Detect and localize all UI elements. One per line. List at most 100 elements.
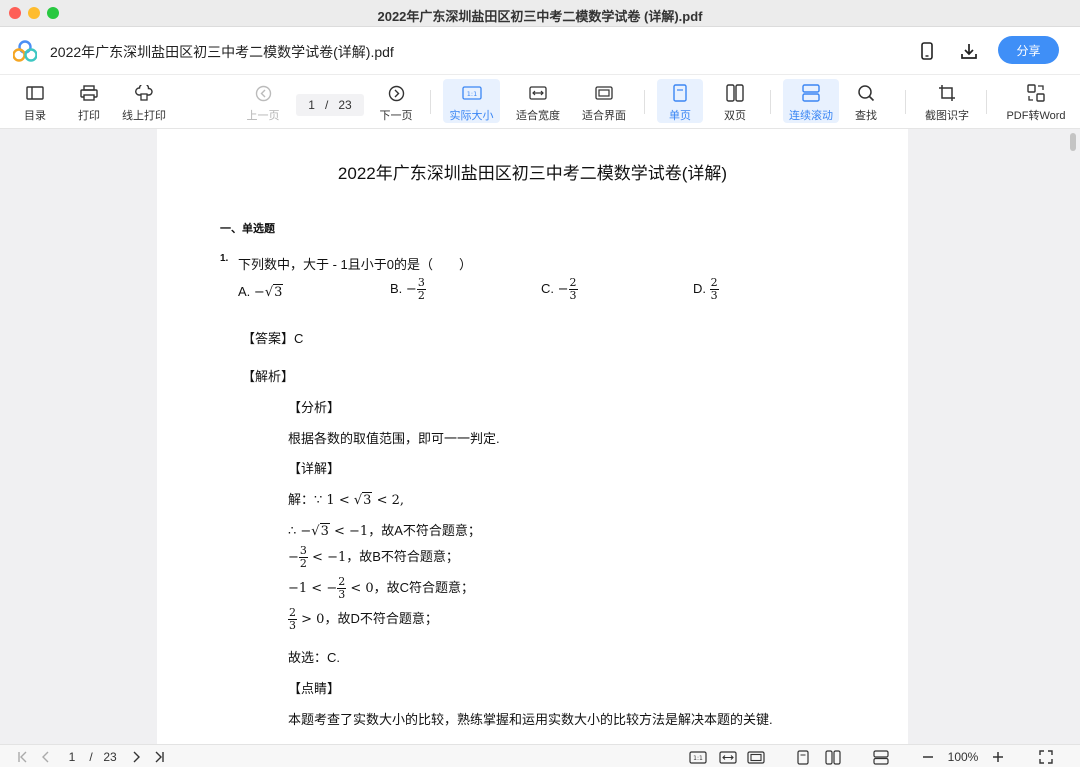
find-button[interactable]: 查找	[846, 79, 886, 123]
prev-page-button[interactable]: 上一页	[244, 79, 282, 123]
actual-size-icon-text: 1:1	[466, 90, 476, 98]
toolbar-divider	[986, 90, 987, 114]
page-number-input[interactable]: 1 / 23	[296, 94, 364, 116]
toolbar-divider	[430, 90, 431, 114]
online-print-button[interactable]: 线上打印	[118, 79, 170, 123]
find-label: 查找	[855, 110, 877, 122]
fit-page-small-icon[interactable]	[746, 748, 766, 766]
zoom-level[interactable]: 100%	[942, 748, 984, 766]
option-b: B. −3 2	[390, 276, 426, 302]
first-page-icon[interactable]	[14, 748, 32, 766]
actual-size-button[interactable]: 1:1 实际大小	[443, 79, 500, 123]
printer-icon	[80, 85, 98, 101]
status-total-pages: 23	[103, 750, 117, 764]
toolbar: 目录 打印 线上打印 上一页 1 / 23 下一页 1:1 实际大小 适合宽度 …	[0, 75, 1080, 129]
actual-size-icon: 1:1	[461, 86, 482, 100]
fit-page-button[interactable]: 适合界面	[578, 79, 630, 123]
single-page-small-icon[interactable]	[793, 748, 813, 766]
continuous-scroll-label: 连续滚动	[789, 110, 833, 122]
toc-button[interactable]: 目录	[18, 79, 52, 123]
actual-size-label: 实际大小	[449, 110, 494, 122]
option-d-label: D.	[693, 280, 706, 296]
fit-width-label: 适合宽度	[516, 110, 560, 122]
chevron-right-circle-icon	[388, 85, 404, 101]
double-page-small-icon[interactable]	[823, 748, 843, 766]
online-print-label: 线上打印	[122, 110, 166, 122]
print-button[interactable]: 打印	[72, 79, 106, 123]
download-icon[interactable]	[957, 39, 981, 63]
double-page-icon	[726, 84, 744, 102]
step-4-text: ，故C符合题意；	[373, 579, 475, 595]
status-current-page[interactable]: 1	[64, 748, 80, 766]
option-c-label: C.	[541, 280, 554, 296]
pdf-heading: 2022年广东深圳盐田区初三中考二模数学试卷(详解)	[337, 164, 728, 183]
status-page-separator: /	[89, 750, 93, 764]
option-d: D. 23	[693, 276, 719, 302]
double-page-button[interactable]: 双页	[713, 79, 757, 123]
actual-size-small-icon[interactable]: 1:1	[688, 748, 708, 766]
option-c: C. −2 3	[541, 276, 578, 302]
vertical-scrollbar[interactable]	[1068, 131, 1076, 731]
question-text: 下列数中，大于 - 1且小于0的是（ ）	[238, 257, 473, 272]
step-3-text: ，故B不符合题意；	[346, 548, 459, 564]
pdf-to-word-button[interactable]: PDF转Word	[1001, 79, 1071, 123]
toolbar-divider	[644, 90, 645, 114]
step-2: ∴ −√3 < −1，故A不符合题意；	[288, 523, 481, 539]
question-number: 1.	[220, 253, 229, 264]
fit-width-small-icon[interactable]	[718, 748, 738, 766]
search-icon	[858, 85, 875, 102]
document-title: 2022年广东深圳盐田区初三中考二模数学试卷(详解).pdf	[50, 44, 394, 60]
convert-icon	[1027, 84, 1045, 102]
document-viewer[interactable]: 2022年广东深圳盐田区初三中考二模数学试卷(详解) 一、单选题 1. 下列数中…	[0, 129, 1080, 744]
double-page-label: 双页	[724, 110, 746, 122]
dianjing-heading: 【点睛】	[288, 681, 341, 696]
phone-icon[interactable]	[915, 39, 939, 63]
pdf-page: 2022年广东深圳盐田区初三中考二模数学试卷(详解) 一、单选题 1. 下列数中…	[157, 129, 908, 744]
next-page-label: 下一页	[379, 110, 413, 122]
status-bar: 1 / 23 1:1 100%	[0, 744, 1080, 767]
cloud-print-icon	[135, 85, 153, 101]
app-logo-icon	[13, 40, 37, 62]
fenxi-text: 根据各数的取值范围，即可一一判定.	[288, 431, 500, 446]
single-page-label: 单页	[669, 110, 691, 122]
last-page-icon[interactable]	[150, 748, 168, 766]
print-label: 打印	[78, 110, 100, 122]
next-page-icon[interactable]	[128, 748, 144, 766]
step-3: −3 2 < −1，故B不符合题意；	[288, 544, 459, 570]
page-separator: /	[324, 98, 329, 112]
chevron-left-circle-icon	[255, 85, 271, 101]
scrollbar-thumb[interactable]	[1070, 133, 1076, 151]
fenxi-heading: 【分析】	[288, 400, 341, 415]
zoom-out-icon[interactable]	[920, 748, 936, 766]
answer-line: 【答案】C	[242, 331, 304, 346]
single-page-button[interactable]: 单页	[657, 79, 703, 123]
next-page-button[interactable]: 下一页	[377, 79, 415, 123]
toc-label: 目录	[24, 110, 46, 122]
continuous-scroll-small-icon[interactable]	[871, 748, 891, 766]
prev-page-icon[interactable]	[38, 748, 54, 766]
section-heading: 一、单选题	[220, 223, 275, 235]
window-title: 2022年广东深圳盐田区初三中考二模数学试卷 (详解).pdf	[377, 9, 703, 24]
detail-heading: 【详解】	[288, 461, 341, 476]
option-a-label: A.	[238, 284, 251, 299]
zoom-in-icon[interactable]	[990, 748, 1006, 766]
step-1: 解：∵ 1 < √3 < 2,	[288, 492, 404, 508]
step-5-text: ，故D不符合题意；	[324, 610, 438, 626]
fit-width-button[interactable]: 适合宽度	[512, 79, 564, 123]
fit-page-label: 适合界面	[582, 110, 626, 122]
fit-page-icon	[595, 86, 613, 100]
option-b-label: B.	[390, 280, 403, 296]
step-5: 23 > 0，故D不符合题意；	[288, 606, 438, 632]
continuous-scroll-button[interactable]: 连续滚动	[783, 79, 839, 123]
prev-page-label: 上一页	[246, 110, 280, 122]
share-button[interactable]: 分享	[998, 36, 1059, 64]
summary-text: 本题考查了实数大小的比较，熟练掌握和运用实数大小的比较方法是解决本题的关键.	[288, 712, 773, 727]
pdf-to-word-label: PDF转Word	[1006, 110, 1066, 122]
step-1-prefix: 解：	[288, 492, 315, 507]
step-4: −1 < −2 3 < 0，故C符合题意；	[288, 575, 475, 601]
fullscreen-icon[interactable]	[1036, 748, 1056, 766]
current-page: 1	[308, 98, 315, 112]
ocr-screenshot-button[interactable]: 截图识字	[920, 79, 974, 123]
single-page-icon	[673, 84, 687, 102]
app-header: 2022年广东深圳盐田区初三中考二模数学试卷(详解).pdf 分享	[0, 27, 1080, 75]
